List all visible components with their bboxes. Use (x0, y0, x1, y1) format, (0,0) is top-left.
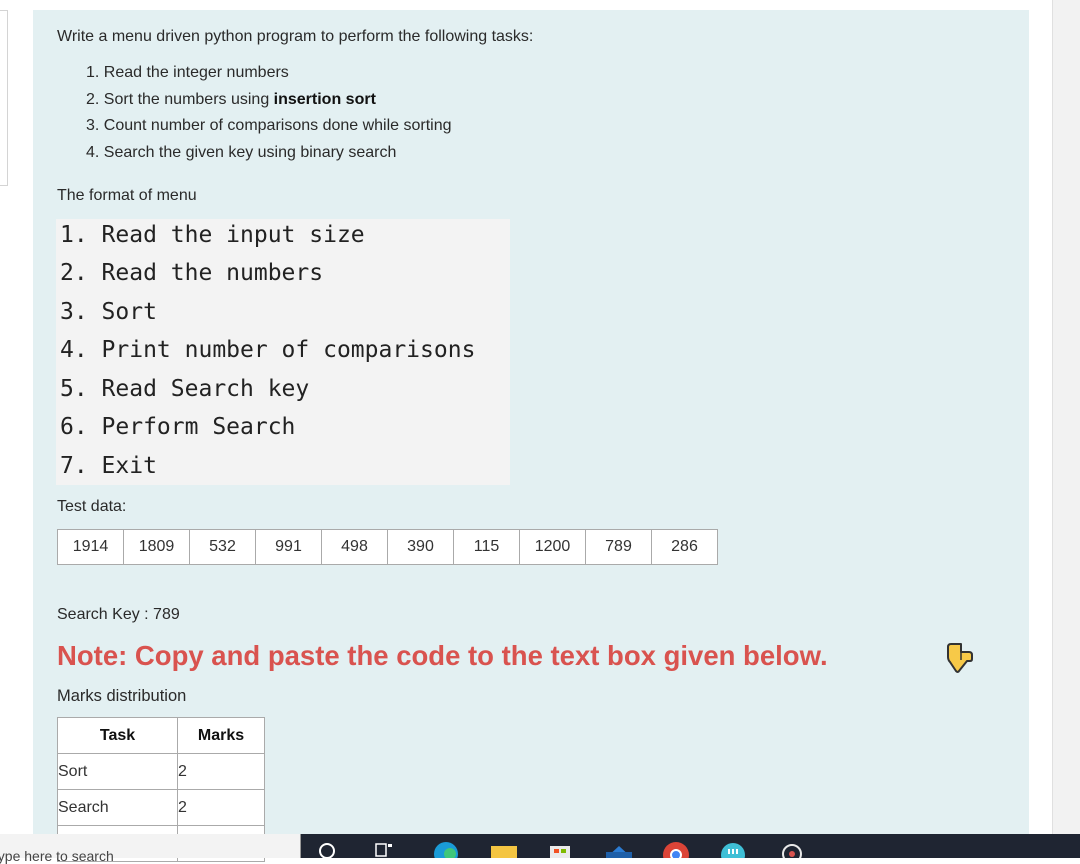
task-text: 4. Search the given key using binary sea… (86, 143, 397, 161)
task-item: 1. Read the integer numbers (86, 61, 452, 88)
test-value-cell: 115 (453, 529, 520, 565)
test-value-cell: 991 (255, 529, 322, 565)
task-text: 2. Sort the numbers using (86, 90, 274, 108)
marks-cell: 2 (177, 753, 265, 790)
test-data-title: Test data: (57, 498, 127, 515)
note-text: Note: Copy and paste the code to the tex… (57, 640, 828, 671)
task-text: 1. Read the integer numbers (86, 64, 289, 81)
test-value-cell: 1809 (123, 529, 190, 565)
task-item: 4. Search the given key using binary sea… (86, 141, 452, 168)
test-value-cell: 789 (585, 529, 652, 565)
search-placeholder: Type here to search (0, 848, 114, 864)
cortana-icon[interactable] (318, 840, 336, 858)
menu-item: 7. Exit (60, 453, 157, 479)
table-row: Sort 2 (57, 753, 265, 790)
marks-distribution-title: Marks distribution (57, 687, 187, 705)
header-marks: Marks (177, 717, 265, 754)
test-data-table: 1914 1809 532 991 498 390 115 1200 789 2… (57, 529, 718, 565)
left-panel-edge (0, 10, 8, 186)
task-list: 1. Read the integer numbers 2. Sort the … (86, 61, 452, 167)
scrollbar-track[interactable] (1052, 0, 1080, 834)
test-value-cell: 532 (189, 529, 256, 565)
test-value-cell: 498 (321, 529, 388, 565)
task-item: 3. Count number of comparisons done whil… (86, 114, 452, 141)
menu-item: 6. Perform Search (60, 414, 296, 440)
table-header-row: Task Marks (57, 717, 265, 754)
task-item: 2. Sort the numbers using insertion sort (86, 88, 452, 115)
file-explorer-icon[interactable] (490, 840, 518, 858)
pointing-down-hand-icon (947, 643, 973, 673)
header-task: Task (57, 717, 178, 754)
test-value-cell: 390 (387, 529, 454, 565)
question-prompt: Write a menu driven python program to pe… (57, 28, 534, 45)
edge-icon[interactable] (432, 840, 460, 858)
mail-icon[interactable] (604, 840, 634, 858)
marks-cell: 2 (177, 789, 265, 826)
menu-item: 2. Read the numbers (60, 260, 324, 286)
task-text: 3. Count number of comparisons done whil… (86, 117, 452, 134)
app-icon[interactable] (719, 840, 747, 858)
table-row: Search 2 (57, 789, 265, 826)
taskbar-search-box[interactable]: Type here to search (0, 834, 301, 864)
menu-item: 5. Read Search key (60, 376, 310, 402)
task-bold-text: insertion sort (273, 90, 376, 108)
task-cell: Sort (57, 753, 178, 790)
task-view-icon[interactable] (374, 840, 396, 858)
menu-item: 4. Print number of comparisons (60, 337, 476, 363)
test-value-cell: 1914 (57, 529, 124, 565)
settings-icon[interactable] (778, 840, 806, 858)
task-cell: Search (57, 789, 178, 826)
chrome-icon[interactable] (661, 840, 691, 858)
menu-code-block: 1. Read the input size 2. Read the numbe… (56, 219, 510, 485)
menu-item: 3. Sort (60, 299, 157, 325)
menu-format-title: The format of menu (57, 187, 197, 204)
menu-item: 1. Read the input size (60, 222, 365, 248)
table-row: 1914 1809 532 991 498 390 115 1200 789 2… (57, 529, 718, 565)
test-value-cell: 286 (651, 529, 718, 565)
store-icon[interactable] (547, 840, 573, 858)
search-key-text: Search Key : 789 (57, 606, 180, 623)
test-value-cell: 1200 (519, 529, 586, 565)
